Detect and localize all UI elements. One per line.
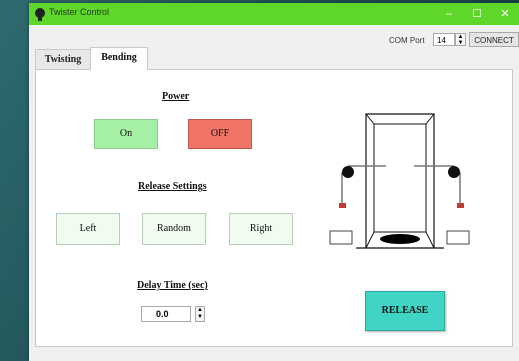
left-weight-box: [329, 230, 353, 245]
app-window: Twister Control – ☐ ✕ COM Port 14 ▲ ▼ CO…: [29, 3, 519, 361]
spin-up-icon[interactable]: ▲: [196, 307, 204, 314]
release-button[interactable]: RELEASE: [365, 291, 445, 331]
bending-panel: Power On OFF Release Settings Left Rando…: [35, 69, 513, 347]
com-port-field[interactable]: 14: [433, 33, 455, 46]
spin-down-icon[interactable]: ▼: [456, 40, 465, 46]
power-off-button[interactable]: OFF: [188, 119, 252, 149]
minimize-button[interactable]: –: [435, 3, 463, 25]
delay-time-spinner[interactable]: ▲ ▼: [195, 306, 205, 322]
specimen-base: [380, 234, 420, 244]
title-bar[interactable]: Twister Control – ☐ ✕: [29, 3, 519, 25]
close-button[interactable]: ✕: [491, 3, 519, 25]
connect-button[interactable]: CONNECT: [469, 32, 519, 47]
power-on-button[interactable]: On: [94, 119, 158, 149]
release-settings-heading: Release Settings: [138, 181, 207, 192]
right-weight-box: [446, 230, 470, 245]
release-left-button[interactable]: Left: [56, 213, 120, 245]
tab-bending[interactable]: Bending: [90, 47, 148, 70]
delay-time-input[interactable]: 0.0: [141, 306, 191, 322]
tab-twisting[interactable]: Twisting: [35, 49, 91, 69]
window-title: Twister Control: [49, 7, 110, 17]
power-heading: Power: [162, 91, 190, 102]
com-port-label: COM Port: [389, 36, 425, 45]
app-icon: [35, 8, 45, 21]
spin-down-icon[interactable]: ▼: [196, 314, 204, 321]
frame-inner: [365, 113, 435, 249]
release-right-button[interactable]: Right: [229, 213, 293, 245]
maximize-button[interactable]: ☐: [463, 3, 491, 25]
release-random-button[interactable]: Random: [142, 213, 206, 245]
com-port-spinner[interactable]: ▲ ▼: [455, 33, 466, 46]
delay-time-heading: Delay Time (sec): [137, 280, 208, 291]
bending-rig-diagram: [329, 113, 470, 249]
right-pulley: [414, 165, 464, 208]
left-pulley: [339, 165, 386, 208]
frame-outer: [356, 113, 444, 249]
